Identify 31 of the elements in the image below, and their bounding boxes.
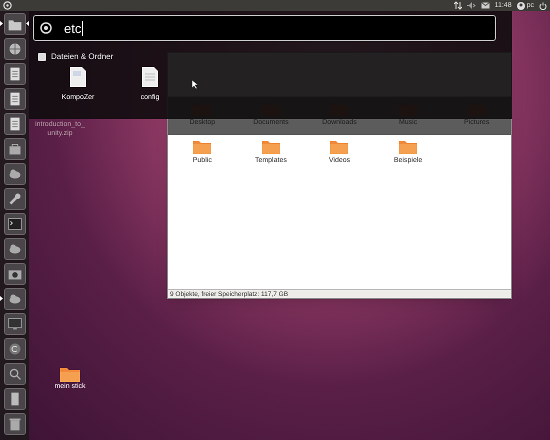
launcher-button[interactable]: [4, 212, 26, 234]
folder-icon[interactable]: [60, 366, 80, 382]
power-icon[interactable]: [539, 2, 547, 10]
envelope-icon[interactable]: [480, 2, 490, 9]
text-file-icon: [142, 67, 158, 87]
launcher-button[interactable]: [4, 312, 26, 334]
search-icon: [40, 22, 52, 34]
network-arrows-icon[interactable]: [454, 1, 462, 10]
launcher-button[interactable]: [4, 112, 26, 134]
launcher-button[interactable]: [4, 412, 26, 434]
speaker-icon[interactable]: [466, 2, 476, 9]
launcher-button[interactable]: [4, 238, 26, 260]
ubuntu-logo-icon[interactable]: [3, 1, 12, 10]
launcher-button[interactable]: [4, 288, 26, 310]
launcher-button[interactable]: [4, 188, 26, 210]
document-icon: [70, 67, 86, 87]
launcher-button[interactable]: [4, 262, 26, 284]
launcher-button[interactable]: [4, 62, 26, 84]
user-icon[interactable]: [516, 2, 525, 10]
launcher-button[interactable]: [4, 162, 26, 184]
launcher-button[interactable]: [4, 12, 26, 34]
category-heading: Dateien & Ordner: [51, 51, 114, 63]
launcher-button[interactable]: [4, 138, 26, 160]
launcher-button[interactable]: [4, 38, 26, 60]
mouse-cursor-icon: [192, 80, 198, 89]
launcher-button[interactable]: [4, 88, 26, 110]
category-icon: [38, 53, 46, 61]
launcher-button[interactable]: [4, 338, 26, 360]
launcher-button[interactable]: [4, 388, 26, 410]
launcher-button[interactable]: [4, 362, 26, 384]
search-field[interactable]: etc: [33, 15, 496, 41]
